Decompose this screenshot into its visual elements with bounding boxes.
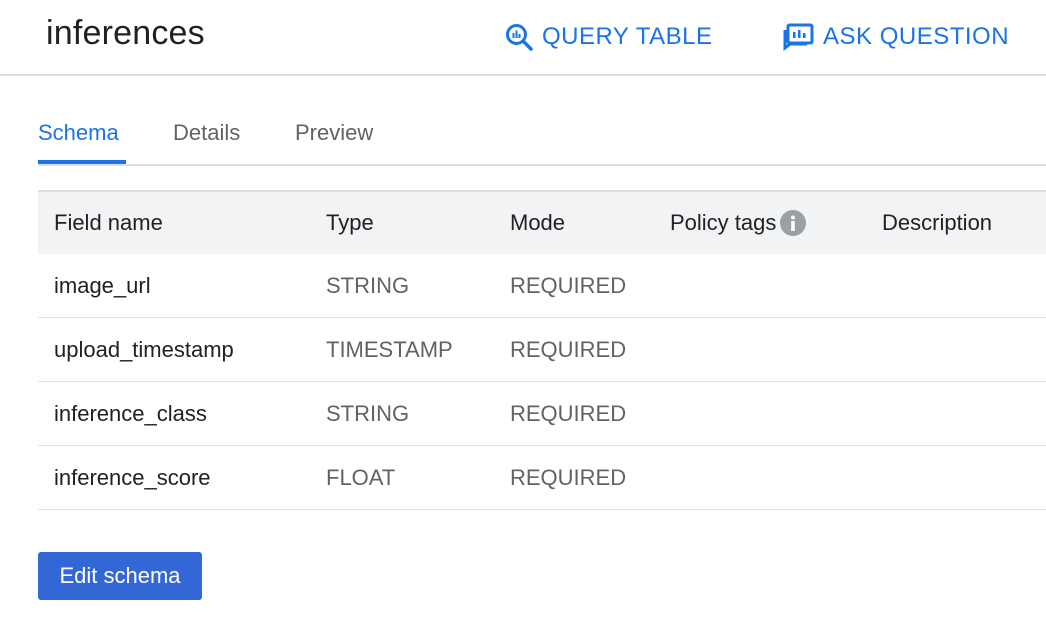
column-header-type: Type — [326, 210, 374, 235]
page-header: inferences QUERY TABLE ASK QUESTION — [0, 0, 1046, 76]
field-type-cell: STRING — [326, 273, 410, 298]
policy-tags-label: Policy tags — [670, 210, 777, 235]
question-answer-icon — [783, 22, 815, 52]
table-row: inference_class STRING REQUIRED — [38, 382, 1046, 446]
field-name-cell: inference_class — [54, 401, 207, 426]
field-mode-cell: REQUIRED — [510, 401, 627, 426]
info-icon[interactable] — [780, 210, 807, 236]
query-table-button[interactable]: QUERY TABLE — [504, 20, 712, 54]
field-mode-cell: REQUIRED — [510, 273, 627, 298]
table-row: upload_timestamp TIMESTAMP REQUIRED — [38, 318, 1046, 382]
column-header-field-name: Field name — [54, 210, 163, 235]
field-type-cell: FLOAT — [326, 465, 396, 490]
field-mode-cell: REQUIRED — [510, 337, 627, 362]
ask-question-label: ASK QUESTION — [823, 23, 1010, 50]
field-name-cell: inference_score — [54, 465, 211, 490]
page-title: inferences — [46, 14, 205, 52]
tab-preview[interactable]: Preview — [295, 120, 373, 146]
field-type-cell: TIMESTAMP — [326, 337, 453, 362]
query-table-label: QUERY TABLE — [542, 23, 713, 50]
column-header-mode: Mode — [510, 210, 566, 235]
column-header-policy-tags: Policy tags — [670, 210, 807, 236]
field-type-cell: STRING — [326, 401, 410, 426]
field-mode-cell: REQUIRED — [510, 465, 627, 490]
tab-details[interactable]: Details — [173, 120, 240, 146]
schema-table: Field name Type Mode Policy tags Descrip… — [38, 190, 1046, 510]
edit-schema-button[interactable]: Edit schema — [38, 552, 202, 600]
column-header-description: Description — [882, 210, 993, 235]
ask-question-button[interactable]: ASK QUESTION — [783, 20, 1009, 54]
query-search-icon — [504, 22, 534, 52]
field-name-cell: upload_timestamp — [54, 337, 234, 362]
active-tab-indicator — [38, 160, 126, 164]
table-row: image_url STRING REQUIRED — [38, 254, 1046, 318]
tab-bar: Schema Details Preview — [38, 108, 1046, 166]
table-row: inference_score FLOAT REQUIRED — [38, 446, 1046, 510]
tab-schema[interactable]: Schema — [38, 120, 119, 146]
table-header: Field name Type Mode Policy tags Descrip… — [38, 190, 1046, 254]
field-name-cell: image_url — [54, 273, 151, 298]
